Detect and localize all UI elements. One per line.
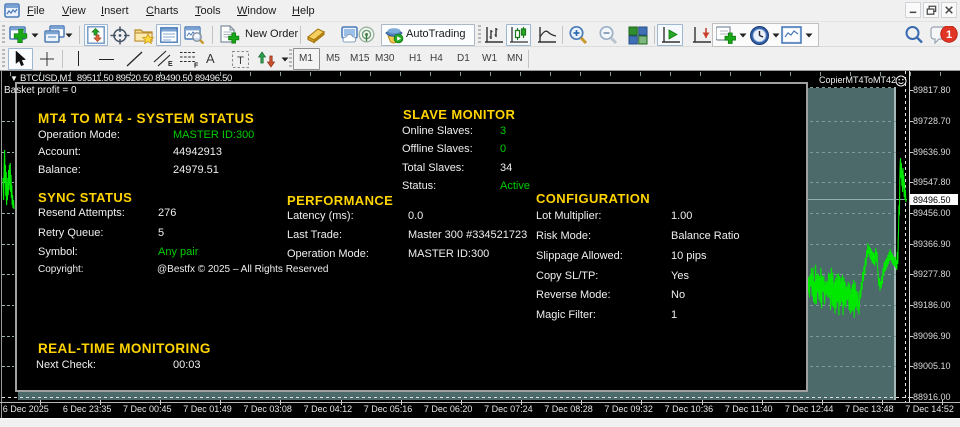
svg-text:E: E <box>168 61 173 68</box>
svg-text:T: T <box>237 55 244 67</box>
svg-text:1: 1 <box>946 29 952 41</box>
svg-text:F: F <box>194 63 199 69</box>
